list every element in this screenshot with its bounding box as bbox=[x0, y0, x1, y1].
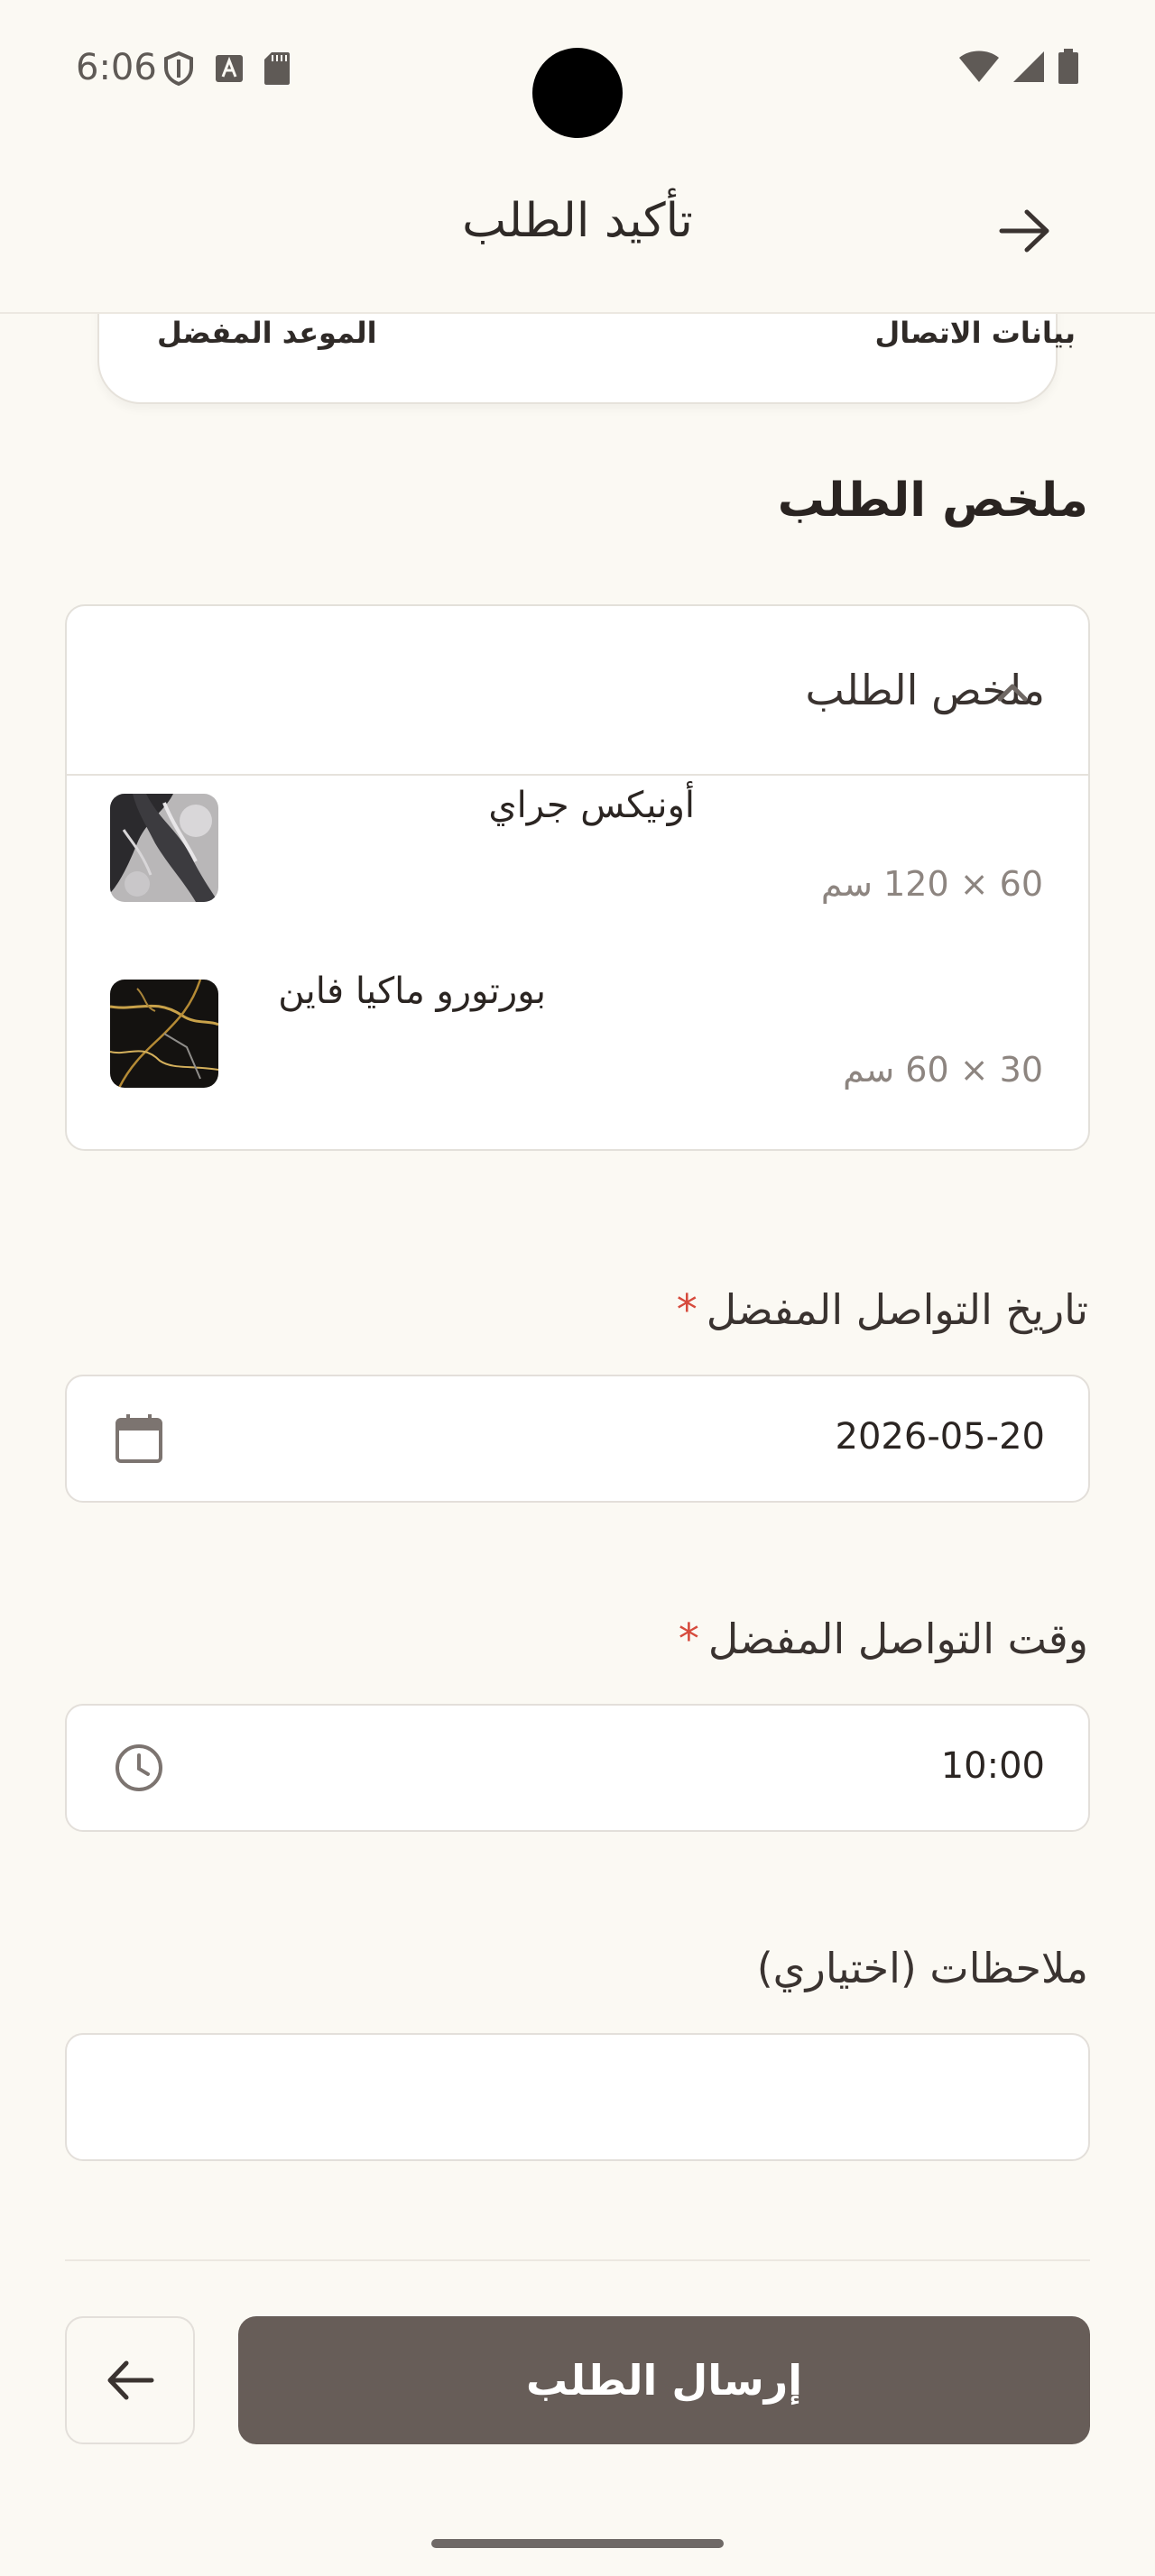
product-thumbnail bbox=[110, 980, 218, 1088]
date-field-value: 2026-05-20 bbox=[835, 1416, 1045, 1458]
wifi-icon bbox=[959, 51, 999, 82]
date-field-label: تاريخ التواصل المفضل* bbox=[677, 1285, 1088, 1334]
time-field-label: وقت التواصل المفضل* bbox=[679, 1615, 1088, 1663]
arrow-right-icon[interactable] bbox=[993, 198, 1058, 263]
submit-order-button[interactable]: إرسال الطلب bbox=[238, 2316, 1090, 2444]
home-indicator[interactable] bbox=[431, 2539, 724, 2548]
page-title: تأكيد الطلب bbox=[462, 194, 693, 248]
product-thumbnail bbox=[110, 794, 218, 902]
product-size: 60 × 120 سم bbox=[820, 864, 1043, 904]
step-contact-label: بيانات الاتصال bbox=[874, 316, 1076, 350]
shield-icon bbox=[164, 51, 193, 87]
time-field[interactable] bbox=[65, 1704, 1090, 1832]
font-icon bbox=[216, 55, 243, 82]
notes-field-label: ملاحظات (اختياري) bbox=[756, 1944, 1088, 1992]
actions-divider bbox=[65, 2259, 1090, 2261]
required-mark: * bbox=[676, 1285, 698, 1334]
chevron-up-icon[interactable] bbox=[987, 672, 1038, 708]
date-field-label-text: تاريخ التواصل المفضل bbox=[706, 1285, 1088, 1334]
clock-icon[interactable] bbox=[112, 1741, 166, 1795]
status-icons-right bbox=[958, 49, 1079, 85]
sd-card-icon bbox=[264, 52, 290, 85]
product-name: أونيكس جراي bbox=[488, 785, 695, 826]
product-size: 30 × 60 سم bbox=[843, 1050, 1043, 1090]
status-icons-left bbox=[162, 51, 291, 87]
arrow-left-icon bbox=[107, 2360, 154, 2400]
summary-section-title: ملخص الطلب bbox=[777, 474, 1088, 528]
product-name: بورتورو ماكيا فاين bbox=[278, 971, 546, 1012]
camera-cutout bbox=[532, 48, 623, 138]
battery-icon bbox=[1058, 49, 1078, 84]
required-mark: * bbox=[678, 1615, 699, 1663]
status-time: 6:06 bbox=[76, 47, 157, 88]
calendar-icon[interactable] bbox=[112, 1412, 166, 1466]
signal-icon bbox=[1013, 51, 1044, 82]
time-field-label-text: وقت التواصل المفضل bbox=[707, 1615, 1088, 1663]
time-field-value: 10:00 bbox=[940, 1745, 1045, 1787]
step-date-label: الموعد المفضل bbox=[157, 316, 377, 350]
notes-input[interactable] bbox=[65, 2033, 1090, 2161]
previous-button[interactable] bbox=[65, 2316, 195, 2444]
